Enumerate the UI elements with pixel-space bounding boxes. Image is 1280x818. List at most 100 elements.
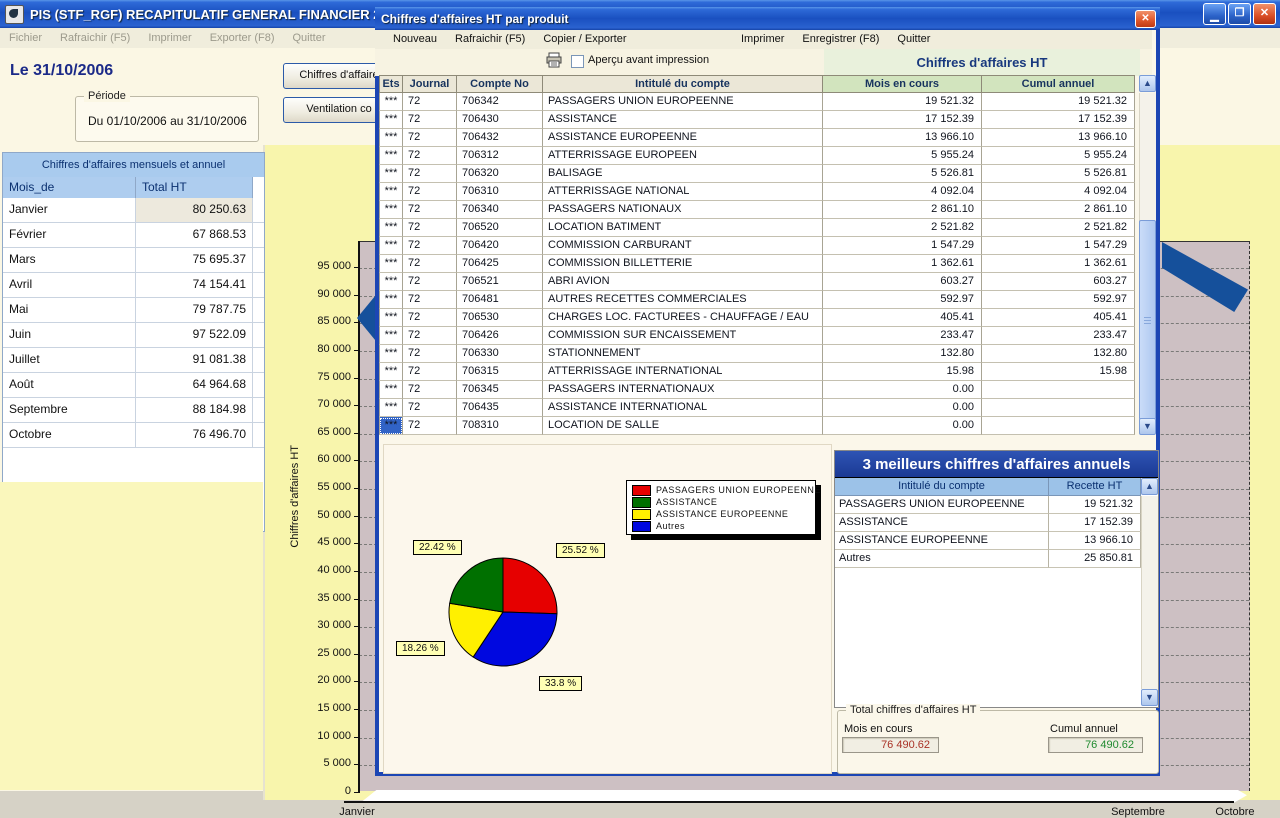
dialog-close-icon[interactable]: ✕ <box>1135 10 1156 28</box>
table-cell: LOCATION BATIMENT <box>543 219 823 237</box>
table-row[interactable]: ***72706420COMMISSION CARBURANT1 547.291… <box>379 237 1135 255</box>
table-cell: 5 955.24 <box>823 147 982 165</box>
periode-range: Du 01/10/2006 au 31/10/2006 <box>88 114 247 128</box>
total-cell: 91 081.38 <box>136 348 253 372</box>
table-row[interactable]: ***72706340PASSAGERS NATIONAUX2 861.102 … <box>379 201 1135 219</box>
table-row[interactable]: Septembre88 184.98 <box>3 398 264 423</box>
table-row[interactable]: ***72706345PASSAGERS INTERNATIONAUX0.00 <box>379 381 1135 399</box>
menu-item[interactable]: Copier / Exporter <box>534 30 635 49</box>
table-row[interactable]: ***72706481AUTRES RECETTES COMMERCIALES5… <box>379 291 1135 309</box>
y-tick-mark <box>354 737 360 738</box>
column-header[interactable]: Journal <box>403 75 457 93</box>
column-header[interactable]: Mois en cours <box>823 75 982 93</box>
legend-swatch <box>632 509 651 520</box>
table-row[interactable]: Août64 964.68 <box>3 373 264 398</box>
scrollbar-up-icon[interactable]: ▲ <box>1139 75 1156 92</box>
table-row[interactable]: Mars75 695.37 <box>3 248 264 273</box>
table-row[interactable]: ***72706315ATTERRISSAGE INTERNATIONAL15.… <box>379 363 1135 381</box>
menu-item[interactable]: Imprimer <box>139 32 200 44</box>
preview-checkbox[interactable] <box>571 55 584 68</box>
table-row[interactable]: ***72706521ABRI AVION603.27603.27 <box>379 273 1135 291</box>
table-row[interactable]: ***72706320BALISAGE5 526.815 526.81 <box>379 165 1135 183</box>
table-cell: 592.97 <box>823 291 982 309</box>
table-row[interactable]: ***72706342PASSAGERS UNION EUROPEENNE19 … <box>379 93 1135 111</box>
close-button[interactable]: ✕ <box>1253 3 1276 25</box>
y-tick-mark <box>354 378 360 379</box>
table-cell: *** <box>379 417 403 435</box>
table-row[interactable]: ***72706530CHARGES LOC. FACTUREES - CHAU… <box>379 309 1135 327</box>
pie-percentage-label: 22.42 % <box>413 540 462 555</box>
column-header-recette[interactable]: Recette HT <box>1049 478 1141 496</box>
table-cell: LOCATION DE SALLE <box>543 417 823 435</box>
column-header[interactable]: Intitulé du compte <box>543 75 823 93</box>
table-row[interactable]: Janvier80 250.63 <box>3 198 264 223</box>
month-cell: Février <box>3 223 136 247</box>
menu-item[interactable]: Nouveau <box>384 30 446 49</box>
menu-item[interactable]: Rafraichir (F5) <box>446 30 534 49</box>
menu-item[interactable]: Quitter <box>888 30 939 49</box>
table-row[interactable]: Juin97 522.09 <box>3 323 264 348</box>
pie-slice <box>503 558 557 614</box>
minimize-button[interactable]: ▁ <box>1203 3 1226 25</box>
restore-button[interactable]: ❐ <box>1228 3 1251 25</box>
column-header[interactable]: Compte No <box>457 75 543 93</box>
menu-item[interactable]: Rafraichir (F5) <box>51 32 139 44</box>
product-table-header: EtsJournalCompte NoIntitulé du compteMoi… <box>379 75 1135 93</box>
table-cell: 72 <box>403 327 457 345</box>
table-cell: *** <box>379 399 403 417</box>
table-row[interactable]: ***72706312ATTERRISSAGE EUROPEEN5 955.24… <box>379 147 1135 165</box>
top3-scrollbar-down-icon[interactable]: ▼ <box>1141 689 1158 706</box>
pie-chart-panel: PASSAGERS UNION EUROPEENNEASSISTANCEASSI… <box>383 444 832 774</box>
y-tick-label: 35 000 <box>289 592 351 604</box>
table-cell: 706340 <box>457 201 543 219</box>
table-row[interactable]: Avril74 154.41 <box>3 273 264 298</box>
month-cell: Juin <box>3 323 136 347</box>
table-cell: 5 526.81 <box>823 165 982 183</box>
account-cell: ASSISTANCE EUROPEENNE <box>835 532 1049 550</box>
legend-swatch <box>632 497 651 508</box>
table-row[interactable]: ***72706330STATIONNEMENT132.80132.80 <box>379 345 1135 363</box>
table-row[interactable]: ***72706520LOCATION BATIMENT2 521.822 52… <box>379 219 1135 237</box>
menu-item[interactable]: Quitter <box>284 32 335 44</box>
table-cell: 603.27 <box>982 273 1135 291</box>
table-row[interactable]: ***72706432ASSISTANCE EUROPEENNE13 966.1… <box>379 129 1135 147</box>
table-row: ASSISTANCE EUROPEENNE13 966.10 <box>835 532 1158 550</box>
table-cell: 15.98 <box>823 363 982 381</box>
column-header-intitule[interactable]: Intitulé du compte <box>835 478 1049 496</box>
table-cell: 706420 <box>457 237 543 255</box>
table-row[interactable]: Juillet91 081.38 <box>3 348 264 373</box>
table-row[interactable]: Mai79 787.75 <box>3 298 264 323</box>
menu-item[interactable]: Imprimer <box>732 30 793 49</box>
month-cell: Août <box>3 373 136 397</box>
table-row[interactable]: ***72708310LOCATION DE SALLE0.00 <box>379 417 1135 435</box>
dialog-titlebar[interactable]: Chiffres d'affaires HT par produit ✕ <box>375 7 1160 30</box>
menu-item[interactable]: Enregistrer (F8) <box>793 30 888 49</box>
table-row[interactable]: ***72706430ASSISTANCE17 152.3917 152.39 <box>379 111 1135 129</box>
scrollbar-down-icon[interactable]: ▼ <box>1139 418 1156 435</box>
table-row[interactable]: Février67 868.53 <box>3 223 264 248</box>
dialog-menubar: NouveauRafraichir (F5)Copier / Exporter … <box>375 30 1152 50</box>
table-row[interactable]: ***72706310ATTERRISSAGE NATIONAL4 092.04… <box>379 183 1135 201</box>
table-row[interactable]: ***72706426COMMISSION SUR ENCAISSEMENT23… <box>379 327 1135 345</box>
preview-checkbox-label: Aperçu avant impression <box>588 54 709 66</box>
table-cell: 706430 <box>457 111 543 129</box>
menu-item[interactable]: Exporter (F8) <box>201 32 284 44</box>
x-tick-label: Septembre <box>1098 806 1178 818</box>
table-row[interactable]: ***72706435ASSISTANCE INTERNATIONAL0.00 <box>379 399 1135 417</box>
top3-table-body: PASSAGERS UNION EUROPEENNE19 521.32ASSIS… <box>835 496 1158 568</box>
column-header-mois[interactable]: Mois_de <box>3 177 136 198</box>
printer-icon[interactable] <box>545 52 563 68</box>
column-header-total[interactable]: Total HT <box>136 177 253 198</box>
total-cell: 67 868.53 <box>136 223 253 247</box>
top3-scrollbar-track[interactable] <box>1141 496 1158 689</box>
menu-item[interactable]: Fichier <box>0 32 51 44</box>
column-header[interactable]: Cumul annuel <box>982 75 1135 93</box>
table-title: Chiffres d'affaires HT <box>824 49 1140 76</box>
table-cell: 132.80 <box>982 345 1135 363</box>
table-cell: COMMISSION SUR ENCAISSEMENT <box>543 327 823 345</box>
table-row[interactable]: ***72706425COMMISSION BILLETTERIE1 362.6… <box>379 255 1135 273</box>
scrollbar-thumb[interactable] <box>1139 220 1156 420</box>
top3-scrollbar-up-icon[interactable]: ▲ <box>1141 478 1158 495</box>
table-row[interactable]: Octobre76 496.70 <box>3 423 264 448</box>
column-header[interactable]: Ets <box>379 75 403 93</box>
